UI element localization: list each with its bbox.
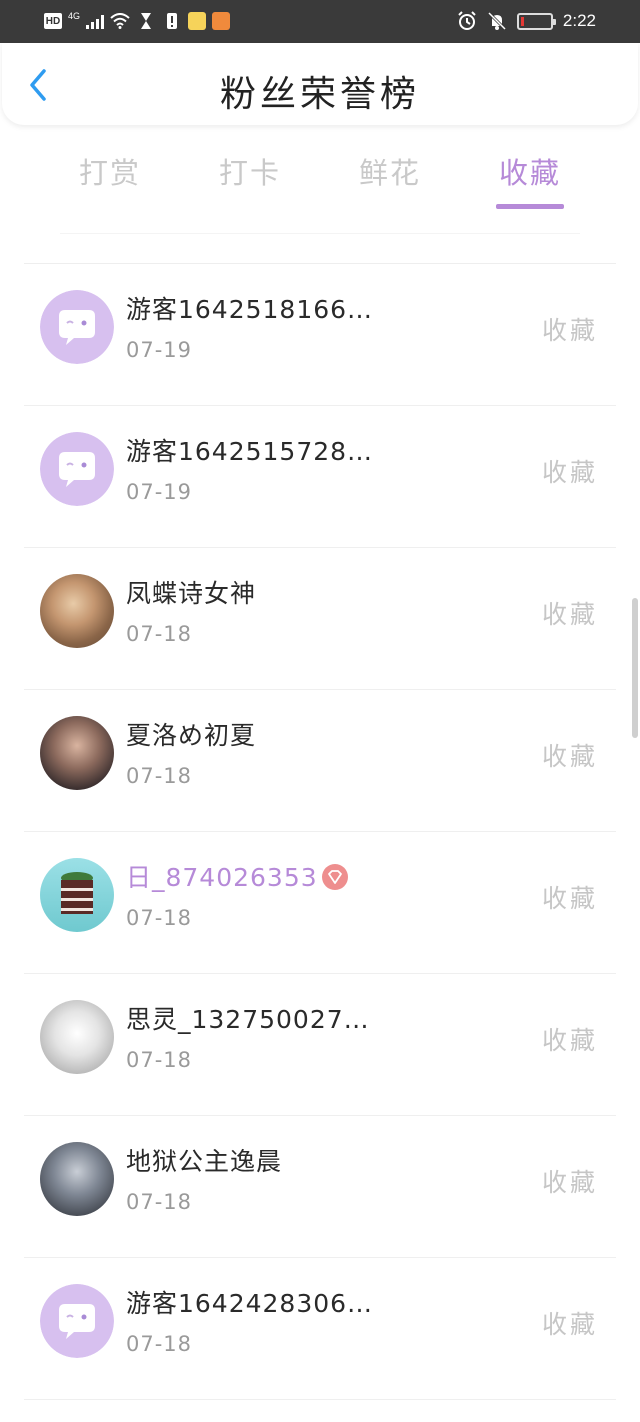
action-label: 收藏 [541,1026,598,1055]
item-date: 07-18 [126,906,193,930]
video-app-icon [212,12,231,30]
avatar [40,1284,114,1358]
cake-image [61,872,93,914]
user-name-vip: 日_874026353 [126,858,348,894]
list-item[interactable]: 思灵_132750027… 07-18 收藏 [0,974,640,1116]
clock: 2:22 [562,11,596,30]
tab-reward[interactable]: 打赏 [40,150,180,214]
action-label: 收藏 [541,1168,598,1197]
list-item[interactable]: 游客1642428306… 07-18 收藏 [0,1258,640,1400]
user-name: 游客1642428306… [126,1289,374,1318]
network-type: 4G [68,11,81,21]
app-header: 粉丝荣誉榜 [2,43,638,125]
avatar [40,858,114,932]
item-date: 07-19 [126,338,193,362]
action-label: 收藏 [541,742,598,771]
status-right: 2:22 [457,9,596,33]
action-label: 收藏 [541,316,598,345]
tab-favorites[interactable]: 收藏 [460,150,600,214]
avatar [40,432,114,506]
user-name: 游客1642518166… [126,295,374,324]
signal-icon [86,13,105,29]
list-item[interactable]: 游客1642515728… 07-19 收藏 [0,406,640,548]
list-item[interactable]: 夏洛め初夏 07-18 收藏 [0,690,640,832]
battery-icon [516,12,556,30]
wifi-icon [110,11,130,31]
item-date: 07-18 [126,1190,193,1214]
battery-level [520,16,524,26]
action-label: 收藏 [541,884,598,913]
user-name: 地狱公主逸晨 [126,1147,283,1176]
avatar [40,574,114,648]
user-name: 凤蝶诗女神 [126,579,257,608]
list-item[interactable]: 凤蝶诗女神 07-18 收藏 [0,548,640,690]
action-label: 收藏 [541,600,598,629]
list-item[interactable]: 日_874026353 07-18 收藏 [0,832,640,974]
alarm-icon [457,11,477,31]
guest-avatar-icon [40,290,114,364]
guest-avatar-icon [40,432,114,506]
item-date: 07-18 [126,622,193,646]
item-date: 07-18 [126,1332,193,1356]
diamond-icon [321,864,348,890]
action-label: 收藏 [541,458,598,487]
item-date: 07-18 [126,1048,193,1072]
item-date: 07-18 [126,764,193,788]
user-name: 夏洛め初夏 [126,721,257,750]
list-item[interactable]: 游客1642518166… 07-19 收藏 [0,264,640,406]
item-date: 07-19 [126,480,193,504]
user-name: 日_874026353 [126,863,318,892]
avatar [40,1142,114,1216]
tab-flowers[interactable]: 鲜花 [320,150,460,214]
hd-badge: HD [44,13,62,29]
guest-avatar-icon [40,1284,114,1358]
fan-list: 游客1642518166… 07-19 收藏 游客1642515728… 07-… [0,264,640,1400]
action-label: 收藏 [541,1310,598,1339]
alert-icon [162,11,182,31]
list-item[interactable]: 地狱公主逸晨 07-18 收藏 [0,1116,640,1258]
mute-bell-icon [487,11,507,31]
app-notification-icon [188,12,207,30]
scrollbar[interactable] [632,598,638,738]
avatar [40,1000,114,1074]
status-left: HD 4G [44,9,231,33]
page-title: 粉丝荣誉榜 [219,74,420,115]
tab-bar: 打赏 打卡 鲜花 收藏 [40,150,600,214]
tab-checkin[interactable]: 打卡 [180,150,320,214]
user-name: 游客1642515728… [126,437,374,466]
avatar [40,716,114,790]
divider [60,233,580,234]
status-bar: HD 4G 2:22 [0,0,640,43]
hourglass-icon [136,11,156,31]
user-name: 思灵_132750027… [126,1005,370,1034]
avatar [40,290,114,364]
